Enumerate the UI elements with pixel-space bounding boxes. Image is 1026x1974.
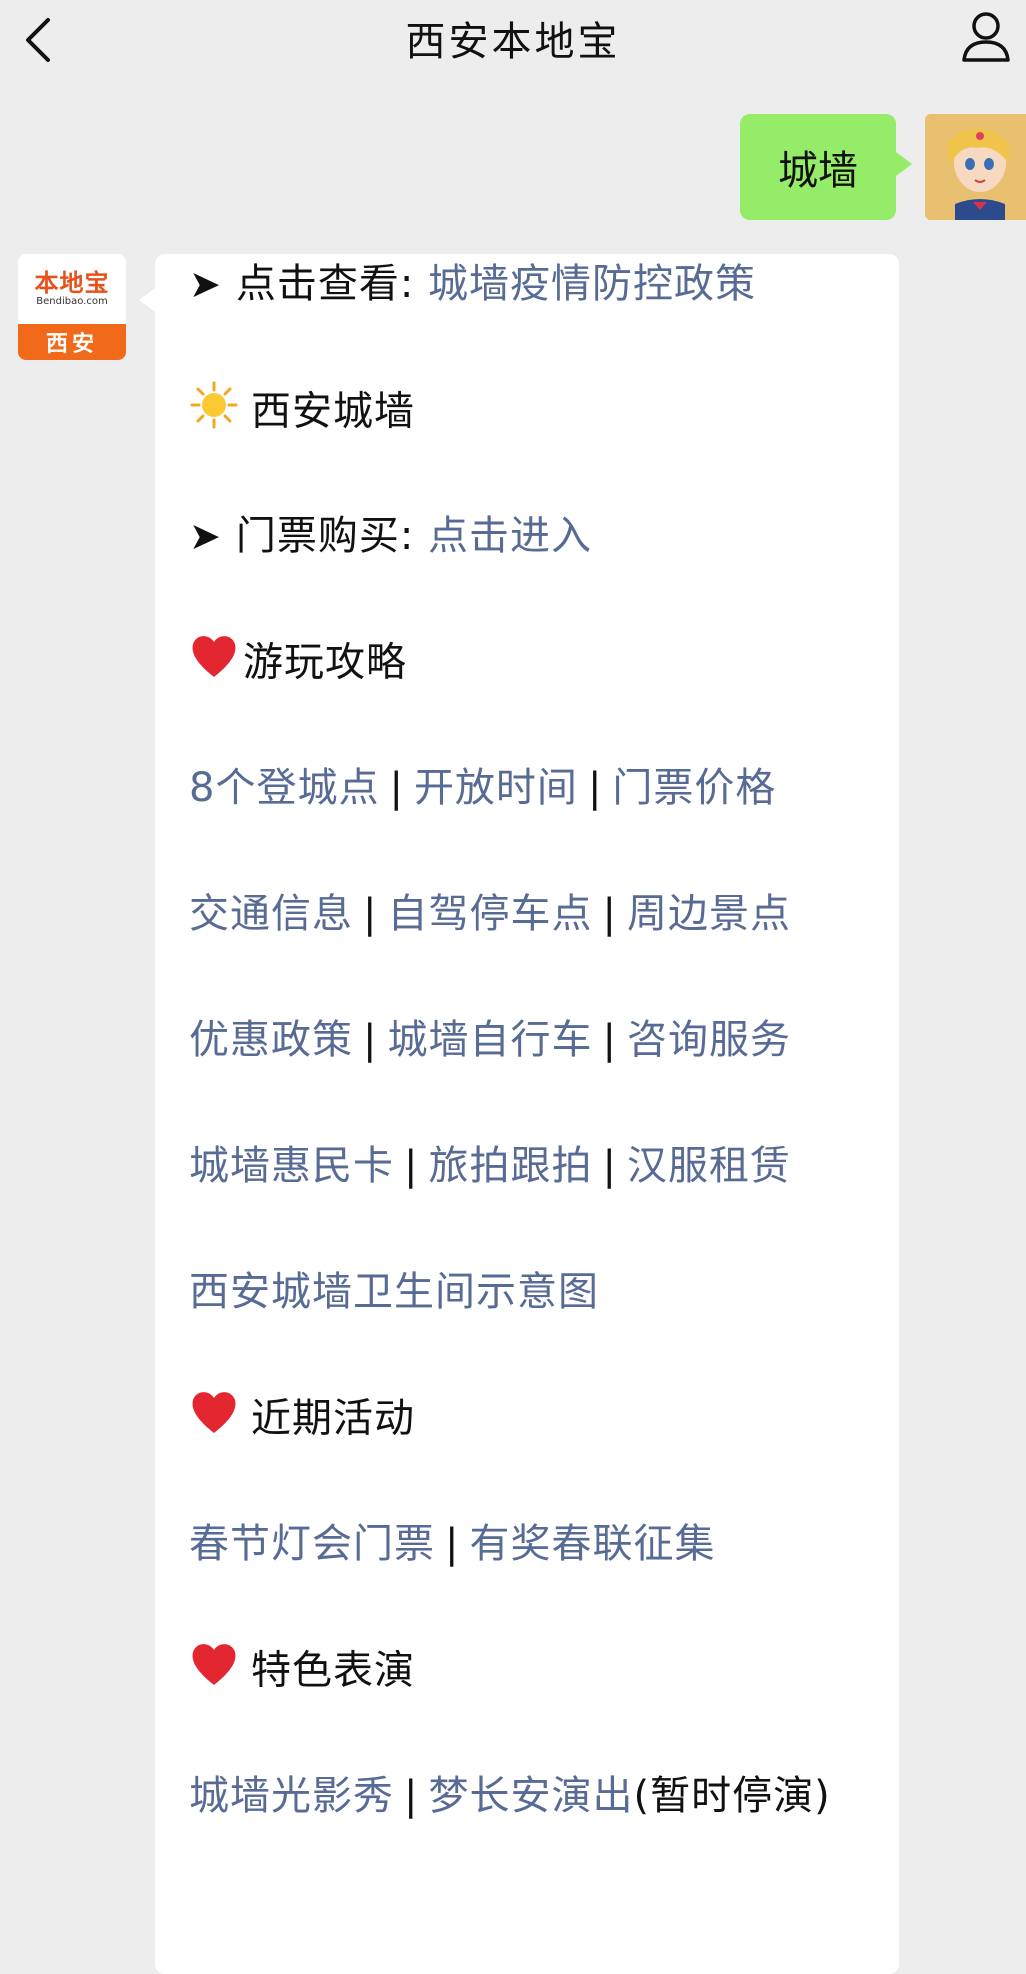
link-transport[interactable]: 交通信息 [189, 891, 353, 937]
heart-icon [189, 1388, 239, 1453]
separator: | [602, 1143, 617, 1189]
logo-text: 本地宝 [34, 269, 110, 297]
links-row-6: 春节灯会门票 | 有奖春联征集 [189, 1514, 889, 1574]
sun-icon [189, 380, 239, 447]
heart-icon [189, 632, 239, 697]
separator: | [363, 891, 378, 937]
links-row-3: 优惠政策 | 城墙自行车 | 咨询服务 [189, 1010, 889, 1070]
links-row-1: 8个登城点 | 开放时间 | 门票价格 [189, 758, 889, 818]
chat-title: 西安本地宝 [405, 19, 621, 65]
top-bar: 西安本地宝 [0, 0, 1026, 76]
separator: | [587, 765, 603, 811]
separator: | [404, 1143, 419, 1189]
links-row-4: 城墙惠民卡 | 旅拍跟拍 | 汉服租赁 [189, 1136, 889, 1196]
link-bike[interactable]: 城墙自行车 [387, 1017, 592, 1063]
line-section-xian-wall: 西安城墙 [189, 380, 889, 440]
avatar-city-label: 西安 [18, 324, 126, 360]
link-gate[interactable]: 8个登城点 [189, 765, 379, 811]
avatar-logo: 本地宝 Bendibao.com [18, 254, 126, 324]
link-discount[interactable]: 优惠政策 [189, 1017, 353, 1063]
heart-icon [189, 1640, 239, 1705]
user-avatar[interactable] [925, 114, 1026, 220]
profile-icon[interactable] [956, 6, 1016, 66]
link-parking[interactable]: 自驾停车点 [387, 891, 592, 937]
link-lantern-tickets[interactable]: 春节灯会门票 [189, 1521, 435, 1567]
link-dream-changan[interactable]: 梦长安演出 [428, 1773, 633, 1819]
links-row-2: 交通信息 | 自驾停车点 | 周边景点 [189, 884, 889, 944]
incoming-message-bubble: ➤ 点击查看: 城墙疫情防控政策 西安城墙 ➤ 门票购买: 点击进入 游玩攻略 8个… [139, 254, 899, 1974]
separator: | [363, 1017, 378, 1063]
section-title: 近期活动 [251, 1395, 415, 1442]
separator: | [445, 1521, 460, 1567]
link-card[interactable]: 城墙惠民卡 [189, 1143, 394, 1189]
line-prefix: 点击查看: [235, 261, 429, 307]
section-title: 西安城墙 [251, 388, 415, 435]
link-nearby[interactable]: 周边景点 [627, 891, 791, 937]
link-light-show[interactable]: 城墙光影秀 [189, 1773, 394, 1819]
link-epidemic-policy[interactable]: 城墙疫情防控政策 [428, 261, 756, 307]
link-price[interactable]: 门票价格 [612, 765, 776, 811]
section-title: 特色表演 [251, 1647, 415, 1694]
logo-url: Bendibao.com [36, 296, 108, 307]
separator: | [404, 1773, 419, 1819]
link-couplets[interactable]: 有奖春联征集 [469, 1521, 715, 1567]
link-toilet-map[interactable]: 西安城墙卫生间示意图 [189, 1269, 599, 1315]
official-account-avatar[interactable]: 本地宝 Bendibao.com 西安 [18, 254, 126, 360]
back-icon[interactable] [18, 8, 58, 68]
section-title: 游玩攻略 [243, 639, 407, 686]
links-row-7: 城墙光影秀 | 梦长安演出(暂时停演) [189, 1766, 879, 1826]
show-status-note: (暂时停演) [633, 1773, 831, 1819]
outgoing-message-text: 城墙 [778, 148, 858, 194]
link-photo[interactable]: 旅拍跟拍 [428, 1143, 592, 1189]
link-hanfu[interactable]: 汉服租赁 [627, 1143, 791, 1189]
line-ticket-purchase: ➤ 门票购买: 点击进入 [189, 506, 889, 566]
separator: | [602, 891, 617, 937]
separator: | [389, 765, 404, 811]
link-enter[interactable]: 点击进入 [428, 513, 592, 559]
line-section-guide: 游玩攻略 [189, 632, 889, 692]
separator: | [602, 1017, 617, 1063]
links-row-5: 西安城墙卫生间示意图 [189, 1262, 889, 1322]
arrow-icon: ➤ [189, 262, 222, 306]
link-hours[interactable]: 开放时间 [414, 765, 578, 811]
line-prefix: 门票购买: [235, 513, 429, 559]
line-policy: ➤ 点击查看: 城墙疫情防控政策 [189, 254, 889, 314]
arrow-icon: ➤ [189, 514, 222, 558]
outgoing-message-bubble[interactable]: 城墙 [740, 114, 912, 220]
line-section-events: 近期活动 [189, 1388, 889, 1448]
line-section-shows: 特色表演 [189, 1640, 889, 1700]
link-service[interactable]: 咨询服务 [627, 1017, 791, 1063]
